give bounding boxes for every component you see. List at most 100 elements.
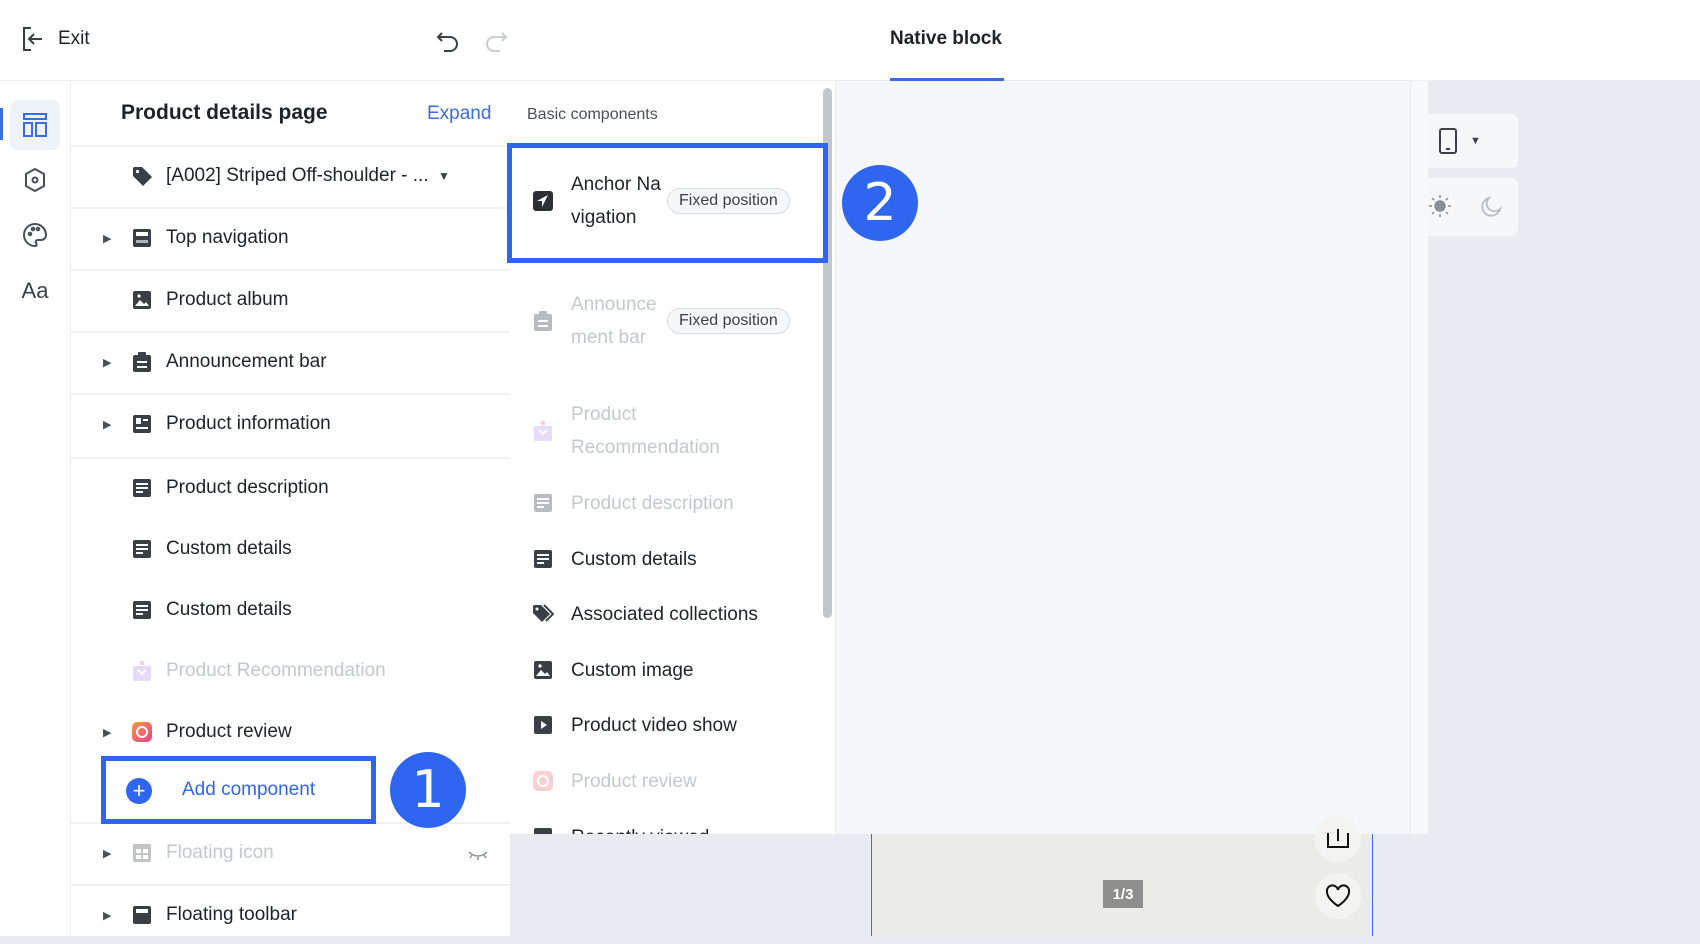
component-product-video-show[interactable]: Product video show xyxy=(510,709,820,741)
tree-item-product-review[interactable]: ▶ Product review xyxy=(71,702,510,762)
tab-native-block[interactable]: Native block xyxy=(890,28,1002,50)
product-selector[interactable]: [A002] Striped Off-shoulder - ... ▼ xyxy=(71,145,510,205)
component-label: Custom details xyxy=(571,548,697,570)
page-title: Product details page xyxy=(121,101,328,124)
tags-icon xyxy=(532,603,554,625)
tree-item-label: Product album xyxy=(166,289,289,310)
tree-item-product-album[interactable]: Product album xyxy=(71,269,510,329)
recently-viewed-icon xyxy=(532,826,554,834)
image-icon xyxy=(131,289,153,311)
component-custom-image[interactable]: Custom image xyxy=(510,654,820,686)
tree-item-label: Product description xyxy=(166,477,329,498)
expand-caret-icon[interactable]: ▶ xyxy=(103,726,111,739)
tree-item-top-navigation[interactable]: ▶ Top navigation xyxy=(71,207,510,267)
product-selector-value: [A002] Striped Off-shoulder - ... xyxy=(166,165,429,186)
tree-item-label: Product information xyxy=(166,413,331,434)
component-label: Product video show xyxy=(571,714,737,736)
component-label: Product review xyxy=(571,770,697,792)
theme-tab[interactable] xyxy=(10,210,60,260)
share-icon xyxy=(1327,829,1349,848)
toolbar-icon xyxy=(131,904,153,926)
hidden-eye-icon[interactable] xyxy=(467,850,489,862)
top-bar xyxy=(0,0,1700,81)
tree-item-label: Product Recommendation xyxy=(166,660,386,681)
tree-item-product-description[interactable]: Product description xyxy=(71,457,510,517)
icon-rail: Aa xyxy=(0,81,71,936)
component-label: Associated collections xyxy=(571,603,758,625)
review-app-icon xyxy=(532,770,554,792)
layout-icon xyxy=(23,113,47,137)
exit-icon xyxy=(23,27,42,51)
expand-caret-icon[interactable]: ▶ xyxy=(103,847,111,860)
document-icon xyxy=(532,548,554,570)
tree-item-product-information[interactable]: ▶ Product information xyxy=(71,393,510,453)
document-icon xyxy=(131,538,153,560)
component-custom-details[interactable]: Custom details xyxy=(510,543,820,575)
exit-button[interactable]: Exit xyxy=(22,26,90,52)
tree-item-label: Custom details xyxy=(166,538,292,559)
video-play-icon xyxy=(532,714,554,736)
highlight-box-step-1 xyxy=(101,756,376,824)
fixed-position-badge: Fixed position xyxy=(667,308,790,334)
tree-item-announcement-bar[interactable]: ▶ Announcement bar xyxy=(71,331,510,391)
share-button[interactable] xyxy=(1315,816,1361,862)
tag-icon xyxy=(131,165,153,187)
moon-icon[interactable] xyxy=(1480,194,1504,218)
undo-icon[interactable] xyxy=(436,30,460,52)
tree-item-product-recommendation[interactable]: Product Recommendation xyxy=(71,641,510,701)
step-badge-2: 2 xyxy=(842,165,918,241)
tree-item-label: Floating icon xyxy=(166,842,274,863)
document-icon xyxy=(532,492,554,514)
tree-item-custom-details[interactable]: Custom details xyxy=(71,519,510,579)
clipboard-icon xyxy=(131,351,153,373)
expand-caret-icon[interactable]: ▶ xyxy=(103,418,111,431)
typography-tab[interactable]: Aa xyxy=(10,266,60,316)
expand-caret-icon[interactable]: ▶ xyxy=(103,909,111,922)
expand-caret-icon[interactable]: ▶ xyxy=(103,232,111,245)
block-preview-area xyxy=(835,81,1428,834)
tree-item-label: Product review xyxy=(166,721,292,742)
font-icon: Aa xyxy=(21,278,49,303)
hexagon-settings-icon xyxy=(25,167,45,193)
gift-bag-icon xyxy=(532,420,554,442)
component-label: Product description xyxy=(571,492,734,514)
clipboard-icon xyxy=(532,310,554,332)
review-app-icon xyxy=(131,721,153,743)
tree-item-floating-icon[interactable]: ▶ Floating icon xyxy=(71,822,510,882)
expand-caret-icon[interactable]: ▶ xyxy=(103,356,111,369)
component-associated-collections[interactable]: Associated collections xyxy=(510,598,820,630)
active-tab-indicator xyxy=(0,108,3,140)
component-product-review[interactable]: Product review xyxy=(510,765,820,797)
component-label: Recently viewed xyxy=(571,821,709,835)
component-label: Announcement bar xyxy=(571,294,657,348)
heart-icon xyxy=(1325,884,1351,908)
exit-label: Exit xyxy=(58,28,90,49)
document-icon xyxy=(131,599,153,621)
gift-bag-icon xyxy=(131,660,153,682)
component-label: Custom image xyxy=(571,659,694,681)
info-card-icon xyxy=(131,413,153,435)
tree-item-label: Floating toolbar xyxy=(166,904,297,925)
favorite-button[interactable] xyxy=(1315,873,1361,919)
component-product-description[interactable]: Product description xyxy=(510,487,820,519)
highlight-box-step-2 xyxy=(507,143,828,263)
component-announcement-bar[interactable]: Announcement bar Fixed position xyxy=(510,271,820,371)
settings-tab[interactable] xyxy=(10,155,60,205)
device-selector[interactable]: ▼ xyxy=(1428,114,1518,168)
layout-tab[interactable] xyxy=(10,100,60,150)
tree-item-custom-details[interactable]: Custom details xyxy=(71,580,510,640)
dropdown-caret-icon: ▼ xyxy=(1470,135,1481,147)
expand-button[interactable]: Expand xyxy=(427,103,491,125)
step-badge-1: 1 xyxy=(390,752,466,828)
section-heading: Basic components xyxy=(527,106,658,123)
component-label: Product Recommendation xyxy=(571,404,720,458)
product-preview-frame: 1/3 xyxy=(871,816,1373,936)
component-product-recommendation[interactable]: Product Recommendation xyxy=(510,397,820,465)
sun-icon[interactable] xyxy=(1428,194,1452,218)
active-tab-underline xyxy=(890,78,1004,81)
redo-icon[interactable] xyxy=(484,30,508,52)
tree-item-floating-toolbar[interactable]: ▶ Floating toolbar xyxy=(71,884,510,944)
component-recently-viewed[interactable]: Recently viewed xyxy=(510,821,820,834)
tree-item-label: Custom details xyxy=(166,599,292,620)
image-pager: 1/3 xyxy=(1103,880,1143,908)
